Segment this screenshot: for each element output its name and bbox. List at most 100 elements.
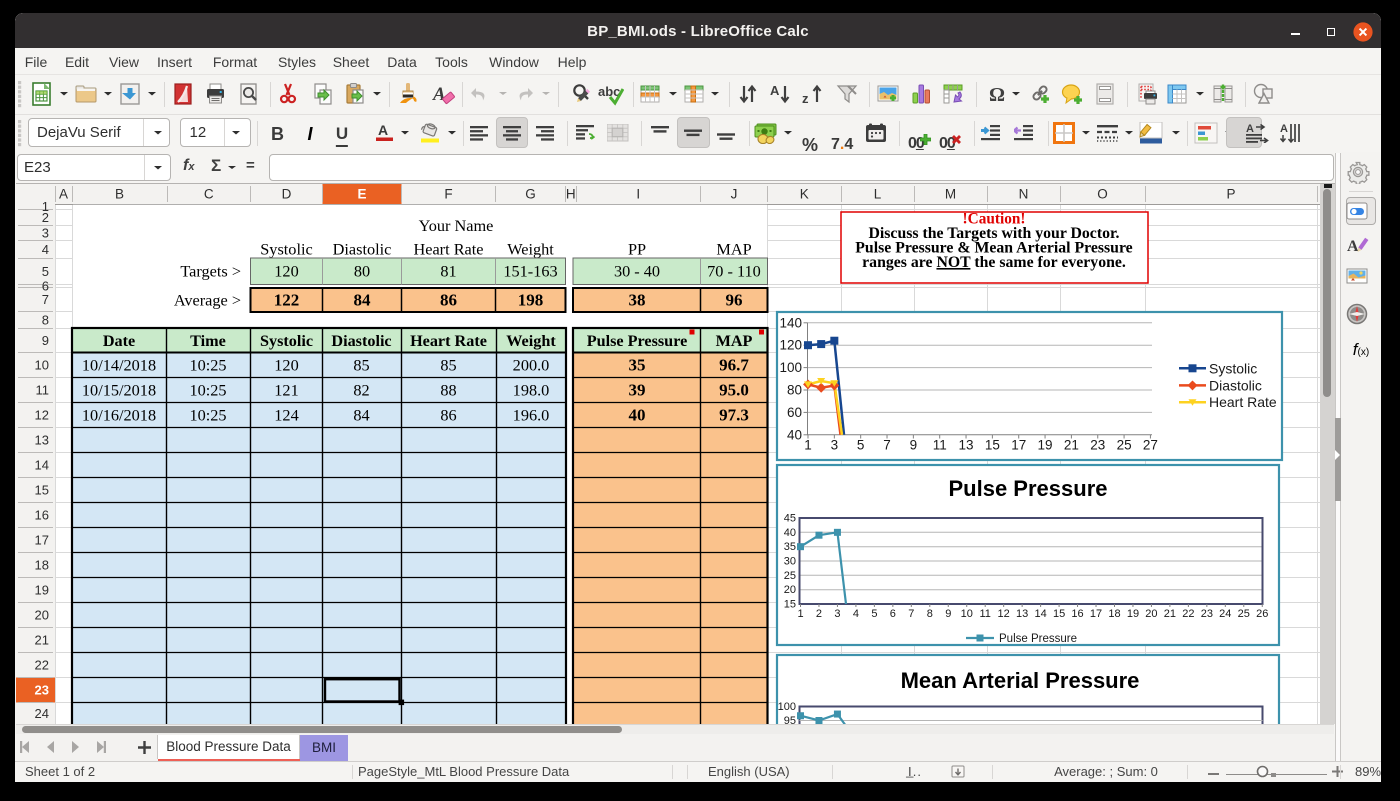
svg-text:25: 25: [1238, 608, 1250, 620]
svg-text:Weight: Weight: [506, 332, 556, 350]
svg-text:A: A: [59, 187, 68, 202]
svg-text:86: 86: [440, 291, 457, 310]
svg-text:120: 120: [779, 338, 802, 353]
svg-text:15: 15: [35, 483, 49, 498]
svg-text:95.0: 95.0: [719, 381, 749, 400]
svg-text:I: I: [636, 187, 640, 202]
svg-text:81: 81: [440, 262, 456, 281]
svg-text:200.0: 200.0: [513, 356, 550, 375]
svg-text:13: 13: [1016, 608, 1028, 620]
svg-text:8: 8: [42, 312, 49, 327]
svg-text:4: 4: [42, 242, 49, 257]
svg-text:Systolic: Systolic: [260, 332, 313, 350]
svg-text:Heart Rate: Heart Rate: [1209, 394, 1277, 410]
svg-text:N: N: [1019, 187, 1029, 202]
svg-text:100: 100: [779, 360, 802, 375]
svg-text:17: 17: [35, 533, 49, 548]
svg-text:196.0: 196.0: [513, 406, 550, 425]
svg-text:15: 15: [985, 438, 1000, 453]
svg-text:96.7: 96.7: [719, 356, 749, 375]
svg-text:24: 24: [1219, 608, 1231, 620]
svg-text:A: A: [1280, 123, 1288, 135]
svg-text:96: 96: [726, 291, 743, 310]
svg-text:17: 17: [1090, 608, 1102, 620]
svg-text:MAP: MAP: [716, 240, 751, 259]
svg-text:14: 14: [1034, 608, 1046, 620]
svg-text:3: 3: [834, 608, 840, 620]
svg-text:D: D: [282, 187, 292, 202]
svg-text:84: 84: [354, 291, 372, 310]
svg-text:23: 23: [35, 683, 49, 698]
svg-text:7: 7: [883, 438, 891, 453]
svg-text:5: 5: [871, 608, 877, 620]
svg-text:12: 12: [35, 408, 49, 423]
svg-text:26: 26: [1256, 608, 1268, 620]
svg-text:35: 35: [629, 356, 646, 375]
svg-text:120: 120: [274, 356, 298, 375]
svg-text:7: 7: [42, 292, 49, 307]
svg-text:121: 121: [274, 381, 298, 400]
svg-text:9: 9: [910, 438, 918, 453]
svg-text:10: 10: [961, 608, 973, 620]
svg-text:12: 12: [998, 608, 1010, 620]
svg-text:25: 25: [784, 570, 796, 582]
svg-text:14: 14: [35, 458, 49, 473]
svg-text:80: 80: [787, 383, 802, 398]
svg-text:21: 21: [1164, 608, 1176, 620]
svg-text:88: 88: [440, 381, 456, 400]
svg-text:39: 39: [629, 381, 646, 400]
svg-text:18: 18: [1108, 608, 1120, 620]
svg-text:C: C: [204, 187, 214, 202]
svg-text:Mean Arterial Pressure: Mean Arterial Pressure: [901, 668, 1140, 693]
svg-text:Systolic: Systolic: [1209, 360, 1257, 376]
svg-text:Diastolic: Diastolic: [333, 240, 392, 259]
svg-text:3: 3: [42, 226, 49, 241]
svg-text:H: H: [566, 187, 576, 202]
svg-text:85: 85: [353, 356, 369, 375]
svg-text:18: 18: [35, 558, 49, 573]
svg-text:35: 35: [784, 541, 796, 553]
svg-text:10:25: 10:25: [189, 406, 226, 425]
svg-text:140: 140: [779, 315, 802, 330]
svg-text:30 - 40: 30 - 40: [614, 262, 660, 281]
svg-text:6: 6: [890, 608, 896, 620]
svg-text:84: 84: [353, 406, 369, 425]
svg-text:Systolic: Systolic: [260, 240, 312, 259]
svg-text:20: 20: [784, 584, 796, 596]
svg-text:16: 16: [1071, 608, 1083, 620]
svg-text:Ω: Ω: [989, 84, 1005, 106]
svg-text:95: 95: [784, 715, 796, 724]
svg-text:A: A: [1246, 123, 1254, 135]
svg-text:Pulse Pressure: Pulse Pressure: [587, 332, 688, 350]
svg-text:4: 4: [853, 608, 859, 620]
svg-text:60: 60: [787, 405, 802, 420]
svg-text:A: A: [770, 83, 780, 98]
svg-text:19: 19: [1038, 438, 1053, 453]
svg-text:2: 2: [42, 210, 49, 225]
svg-text:ranges are NOT the same for ev: ranges are NOT the same for everyone.: [862, 254, 1126, 271]
svg-text:16: 16: [35, 508, 49, 523]
svg-text:11: 11: [36, 383, 50, 398]
svg-text:24: 24: [35, 706, 49, 721]
svg-text:10:25: 10:25: [189, 356, 226, 375]
svg-text:40: 40: [629, 406, 646, 425]
svg-text:9: 9: [42, 333, 49, 348]
svg-text:40: 40: [787, 427, 802, 442]
svg-text:30: 30: [784, 556, 796, 568]
svg-text:1: 1: [804, 438, 812, 453]
svg-text:F: F: [444, 187, 452, 202]
svg-text:Date: Date: [103, 332, 135, 350]
svg-text:1: 1: [797, 608, 803, 620]
svg-text:Diastolic: Diastolic: [1209, 377, 1262, 393]
svg-text:86: 86: [440, 406, 456, 425]
svg-text:198: 198: [518, 291, 544, 310]
svg-text:5: 5: [42, 264, 49, 279]
svg-text:K: K: [800, 187, 809, 202]
svg-text:122: 122: [274, 291, 300, 310]
svg-text:J: J: [731, 187, 738, 202]
svg-text:22: 22: [35, 658, 49, 673]
svg-text:198.0: 198.0: [513, 381, 550, 400]
svg-text:19: 19: [1127, 608, 1139, 620]
svg-text:Pulse Pressure: Pulse Pressure: [949, 476, 1108, 501]
svg-text:Pulse Pressure: Pulse Pressure: [999, 633, 1077, 645]
